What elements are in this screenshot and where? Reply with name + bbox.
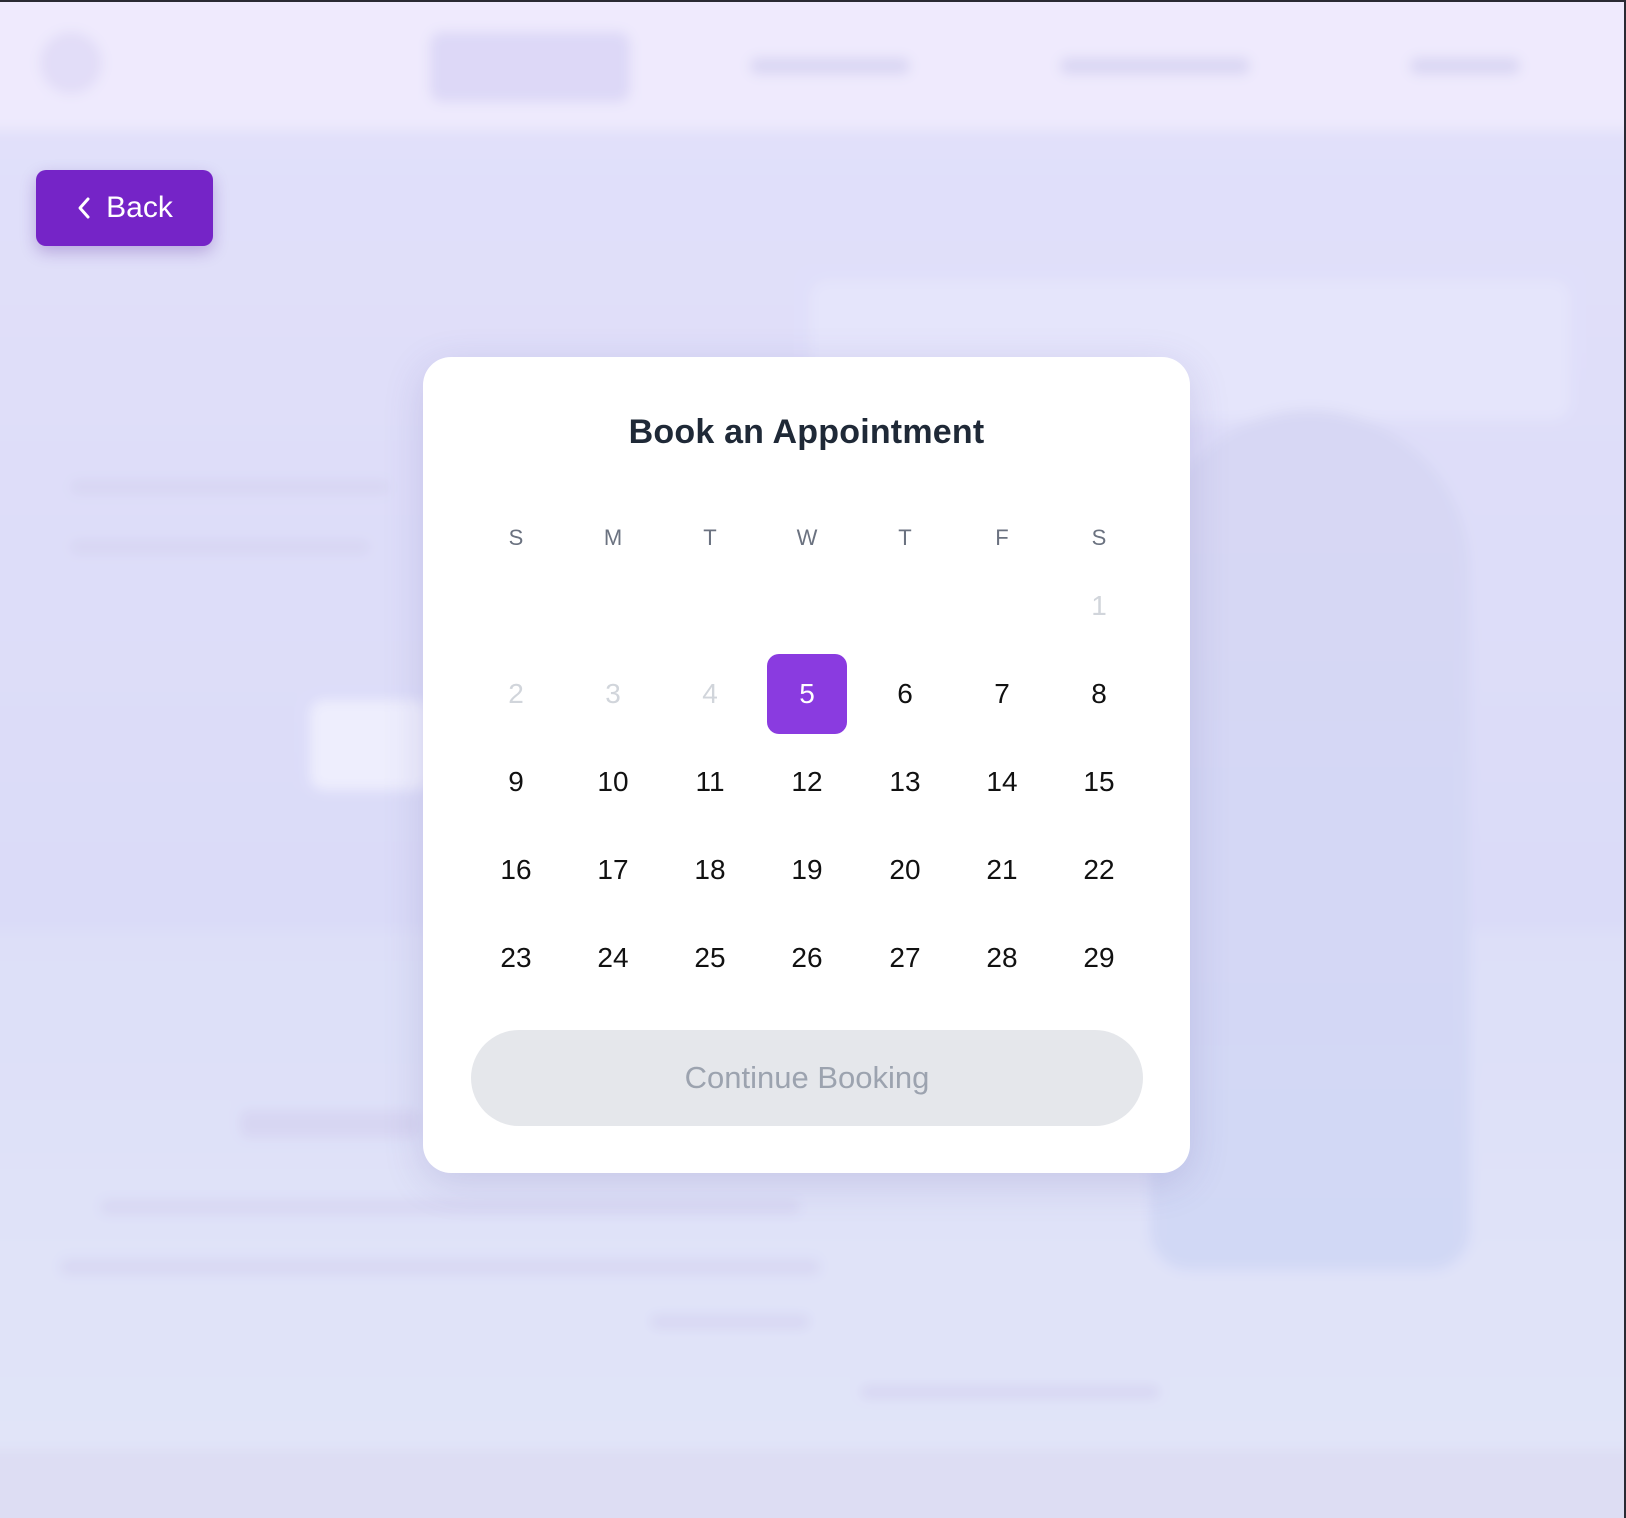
calendar-day[interactable]: 15 — [1059, 742, 1139, 822]
calendar-day[interactable]: 19 — [767, 830, 847, 910]
continue-booking-button[interactable]: Continue Booking — [471, 1030, 1143, 1126]
calendar-day: 2 — [508, 678, 524, 709]
calendar-day[interactable]: 16 — [476, 830, 556, 910]
weekday-label: S — [508, 525, 524, 550]
calendar-day[interactable]: 6 — [865, 654, 945, 734]
calendar-day[interactable]: 14 — [962, 742, 1042, 822]
calendar-day[interactable]: 18 — [670, 830, 750, 910]
calendar-day: 3 — [605, 678, 621, 709]
weekday-label: M — [603, 525, 623, 550]
weekday-label: F — [995, 525, 1009, 550]
chevron-left-icon — [76, 195, 92, 221]
calendar-day: 4 — [702, 678, 718, 709]
calendar-day[interactable]: 10 — [573, 742, 653, 822]
booking-modal: Book an Appointment S M T W T F S 1 2 3 4 5 6 7 8 9 10 11… — [423, 357, 1190, 1173]
calendar-day[interactable]: 23 — [476, 918, 556, 998]
window-border-top — [0, 0, 1626, 2]
calendar-day[interactable]: 13 — [865, 742, 945, 822]
calendar-day[interactable]: 27 — [865, 918, 945, 998]
back-button[interactable]: Back — [36, 170, 213, 246]
calendar-day[interactable]: 25 — [670, 918, 750, 998]
calendar-day[interactable]: 9 — [476, 742, 556, 822]
calendar-day[interactable]: 29 — [1059, 918, 1139, 998]
calendar-day[interactable]: 7 — [962, 654, 1042, 734]
calendar-day[interactable]: 12 — [767, 742, 847, 822]
calendar-day[interactable]: 8 — [1059, 654, 1139, 734]
weekday-label: T — [703, 525, 717, 550]
calendar-day[interactable]: 24 — [573, 918, 653, 998]
calendar-day[interactable]: 20 — [865, 830, 945, 910]
modal-title: Book an Appointment — [628, 413, 985, 451]
weekday-label: T — [898, 525, 912, 550]
calendar-day[interactable]: 22 — [1059, 830, 1139, 910]
weekday-label: S — [1091, 525, 1107, 550]
calendar-day-selected[interactable]: 5 — [767, 654, 847, 734]
calendar-day[interactable]: 26 — [767, 918, 847, 998]
back-button-label: Back — [106, 191, 173, 224]
screen: Back Book an Appointment SMTWTFS12345678… — [0, 0, 1626, 1518]
calendar-day[interactable]: 17 — [573, 830, 653, 910]
calendar-day[interactable]: 21 — [962, 830, 1042, 910]
calendar-day: 1 — [1091, 590, 1107, 621]
weekday-label: W — [796, 525, 818, 550]
calendar-day[interactable]: 11 — [670, 742, 750, 822]
calendar-day[interactable]: 28 — [962, 918, 1042, 998]
